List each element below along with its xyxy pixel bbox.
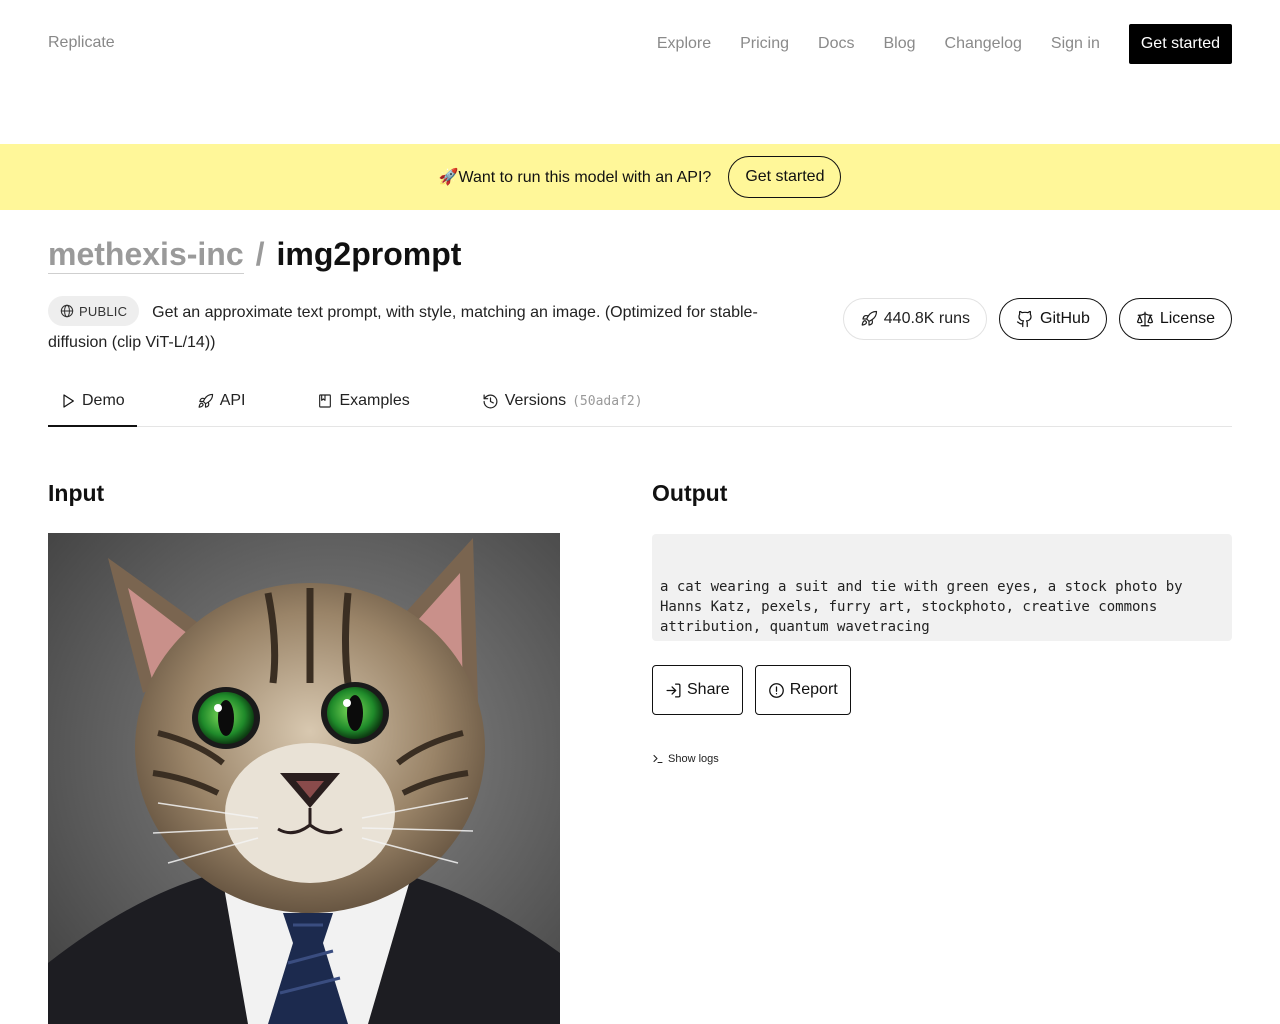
bookmark-icon — [319, 394, 332, 408]
history-icon — [483, 394, 498, 408]
tab-demo-label: Demo — [82, 392, 125, 409]
brand-logo-link[interactable]: Replicate — [48, 34, 115, 52]
nav-link-blog[interactable]: Blog — [883, 35, 915, 53]
input-heading: Input — [48, 480, 105, 506]
title-separator: / — [255, 236, 265, 272]
report-button[interactable]: Report — [754, 665, 851, 715]
nav-link-changelog[interactable]: Changelog — [945, 35, 1022, 53]
top-navigation: Replicate Explore Pricing Docs Blog Chan… — [0, 0, 1280, 88]
report-label: Report — [789, 681, 838, 698]
model-title: methexis-inc / img2prompt — [48, 236, 461, 274]
show-logs-link[interactable]: Show logs — [652, 753, 719, 765]
scale-icon — [1136, 311, 1153, 327]
run-count-badge: 440.8K runs — [842, 298, 988, 340]
nav-link-docs[interactable]: Docs — [818, 35, 854, 53]
terminal-icon — [653, 754, 663, 764]
rocket-icon — [861, 310, 877, 326]
output-text-box: a cat wearing a suit and tie with green … — [652, 534, 1232, 641]
nav-links: Explore Pricing Docs Blog Changelog Sign… — [657, 24, 1232, 64]
tab-demo[interactable]: Demo — [48, 376, 137, 427]
share-label: Share — [687, 681, 730, 698]
nav-link-pricing[interactable]: Pricing — [740, 35, 789, 53]
github-icon — [1016, 310, 1032, 328]
cat-in-suit-image — [48, 533, 560, 1024]
public-badge: PUBLIC — [48, 296, 140, 326]
github-label: GitHub — [1040, 310, 1090, 327]
model-stats: 440.8K runs GitHub License — [831, 298, 1232, 340]
model-tabs: Demo API Examples Versions (50adaf2) — [48, 376, 1232, 427]
share-icon — [666, 682, 681, 698]
nav-link-sign-in[interactable]: Sign in — [1051, 35, 1100, 53]
tab-versions[interactable]: Versions (50adaf2) — [470, 376, 655, 426]
banner-get-started-button[interactable]: Get started — [728, 156, 842, 198]
tab-examples[interactable]: Examples — [305, 376, 421, 426]
rocket-icon — [198, 393, 213, 408]
share-button[interactable]: Share — [652, 665, 743, 715]
tab-versions-label: Versions — [504, 392, 567, 409]
model-description-block: PUBLIC Get an approximate text prompt, w… — [48, 296, 808, 357]
output-actions: Share Report — [652, 665, 863, 715]
get-started-button[interactable]: Get started — [1128, 24, 1232, 64]
play-icon — [63, 394, 74, 408]
github-button[interactable]: GitHub — [999, 298, 1107, 340]
output-heading: Output — [652, 480, 728, 506]
model-description: Get an approximate text prompt, with sty… — [48, 304, 758, 351]
run-count: 440.8K runs — [883, 310, 971, 327]
show-logs-label: Show logs — [668, 753, 719, 765]
version-hash: (50adaf2) — [572, 393, 643, 409]
globe-icon — [60, 304, 74, 318]
license-button[interactable]: License — [1118, 298, 1232, 340]
banner-text: 🚀Want to run this model with an API? — [438, 169, 712, 186]
alert-circle-icon — [768, 682, 784, 698]
tab-api-label: API — [219, 392, 246, 409]
tab-api[interactable]: API — [185, 376, 258, 426]
input-image — [48, 533, 560, 1024]
tab-examples-label: Examples — [339, 392, 410, 409]
model-owner-link[interactable]: methexis-inc — [48, 236, 244, 274]
license-label: License — [1159, 310, 1215, 327]
api-promo-banner: 🚀Want to run this model with an API? Get… — [0, 144, 1280, 210]
output-text: a cat wearing a suit and tie with green … — [660, 579, 1183, 635]
model-name: img2prompt — [276, 236, 462, 272]
visibility-label: PUBLIC — [79, 303, 128, 319]
nav-link-explore[interactable]: Explore — [657, 35, 711, 53]
